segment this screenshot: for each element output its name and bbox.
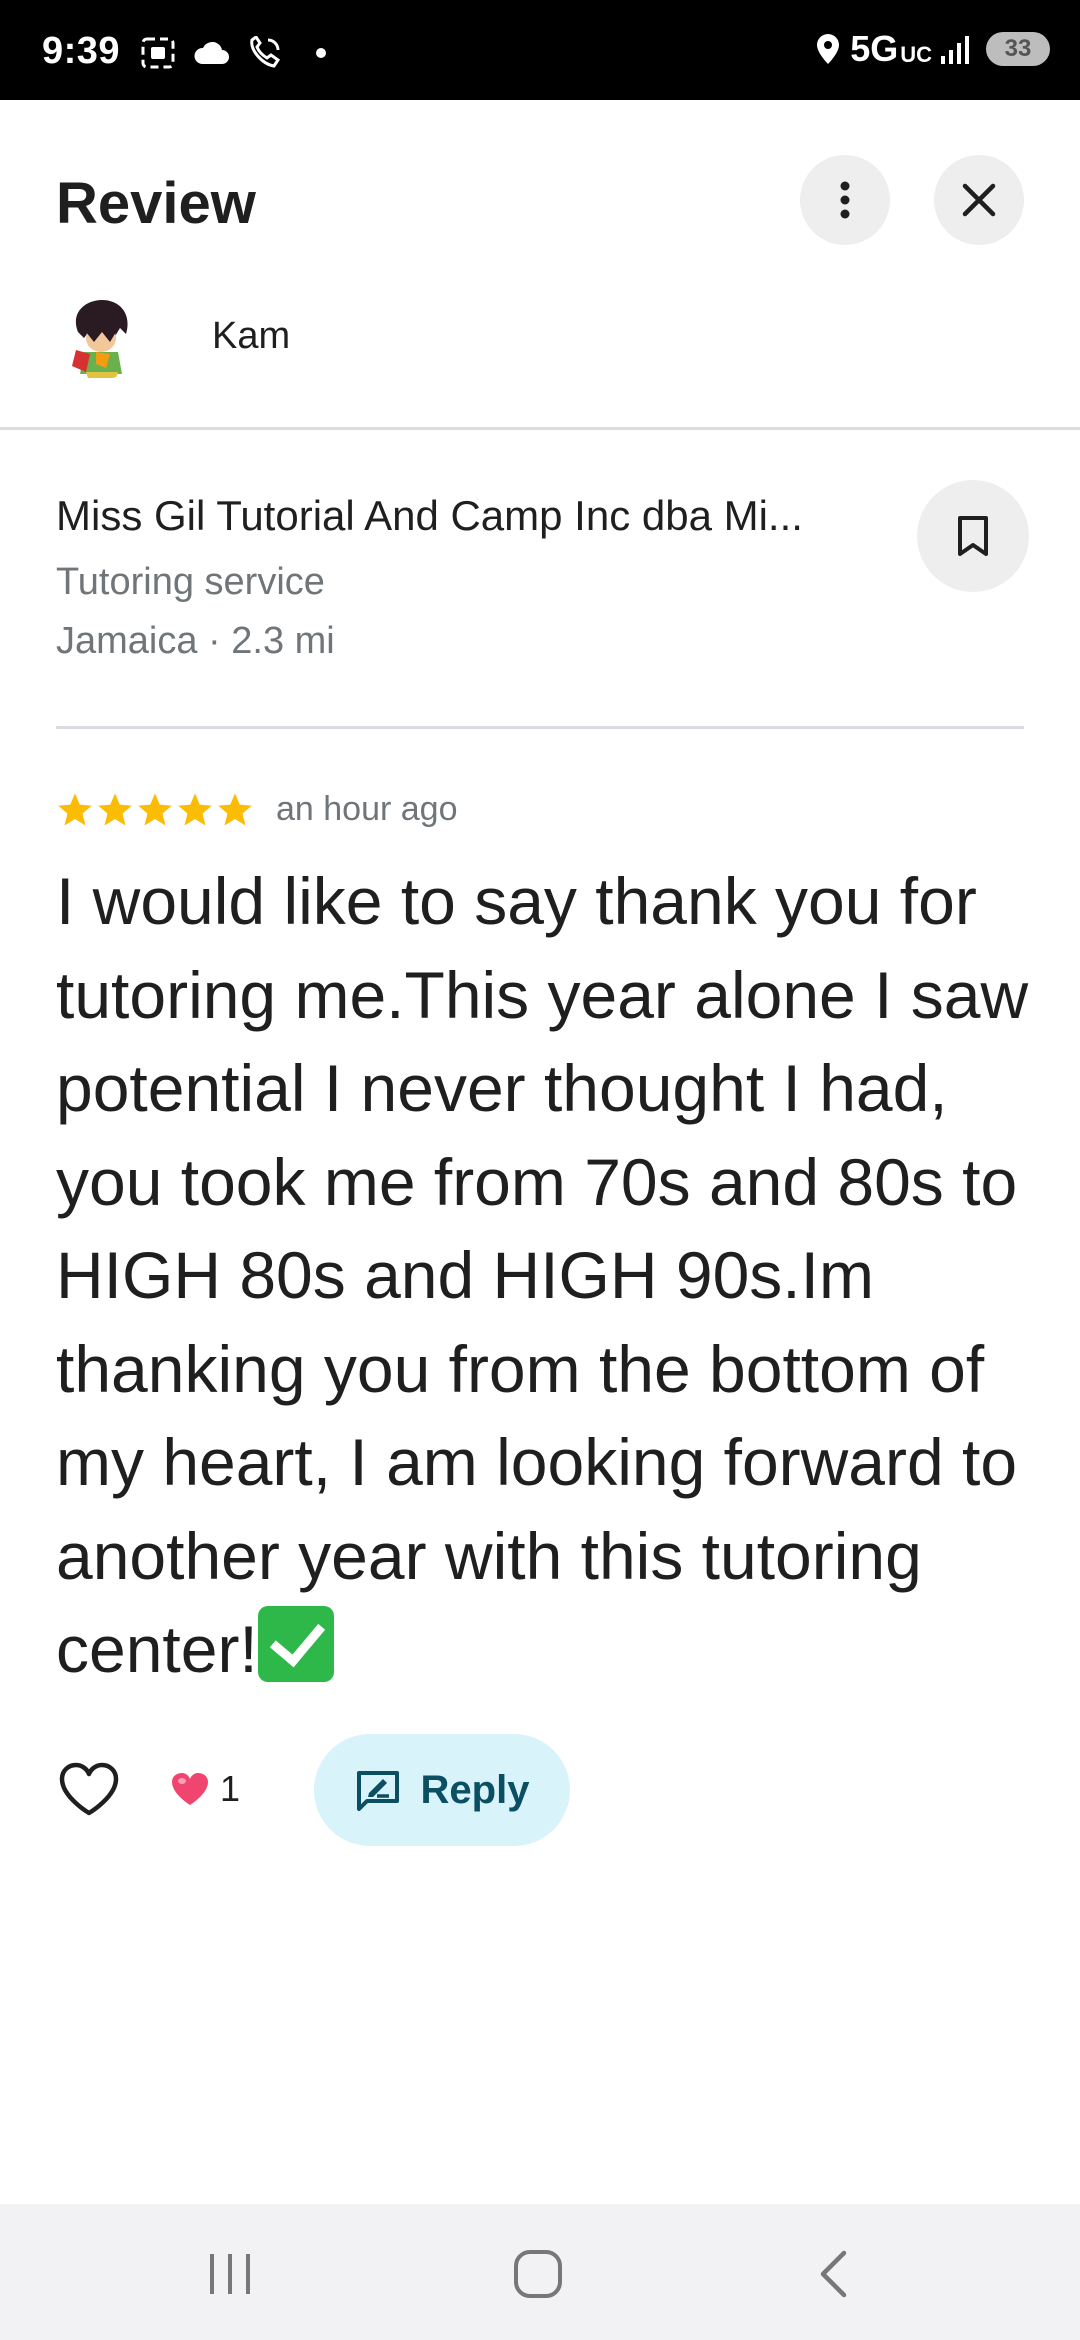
network-type: 5G: [850, 28, 899, 69]
avatar-image: [56, 292, 144, 380]
more-vert-icon: [840, 181, 850, 219]
signal-icon: [941, 36, 969, 64]
like-button[interactable]: [56, 1756, 122, 1822]
check-mark-icon: [257, 1606, 334, 1682]
star-icon: [58, 792, 92, 826]
reaction-summary[interactable]: 1: [170, 1768, 240, 1810]
close-icon: [962, 183, 996, 217]
bookmark-icon: [958, 516, 988, 556]
reply-icon: [356, 1771, 399, 1811]
avatar[interactable]: [56, 292, 144, 380]
status-right: 5G UC 33: [814, 28, 1050, 70]
cloud-icon: [194, 41, 229, 64]
more-options-button[interactable]: [800, 155, 890, 245]
home-icon[interactable]: [514, 2250, 562, 2298]
location-icon: [817, 34, 840, 64]
place-category: Tutoring service: [56, 561, 325, 603]
reply-label: Reply: [420, 1767, 530, 1812]
place-name[interactable]: Miss Gil Tutorial And Camp Inc dba Mi...: [56, 492, 856, 540]
star-icon: [138, 792, 172, 826]
save-place-button[interactable]: [917, 480, 1029, 592]
review-time: an hour ago: [276, 790, 458, 828]
status-notification-icons: [140, 36, 326, 70]
review-text: I would like to say thank you for tutori…: [56, 855, 1046, 1697]
back-icon[interactable]: [818, 2250, 848, 2298]
star-rating: [56, 791, 254, 829]
reaction-count: 1: [220, 1768, 241, 1809]
system-nav-bar: [0, 2204, 1080, 2340]
recent-apps-icon[interactable]: [210, 2254, 250, 2294]
page-title: Review: [56, 171, 256, 236]
star-icon: [218, 792, 252, 826]
heart-outline-icon: [59, 1762, 119, 1816]
status-time: 9:39: [42, 30, 121, 72]
close-button[interactable]: [934, 155, 1024, 245]
star-icon: [98, 792, 132, 826]
status-bar: 9:39 5G UC 33: [0, 0, 1080, 100]
notification-dot: [316, 48, 326, 58]
pink-heart-icon: [172, 1773, 208, 1805]
star-icon: [178, 792, 212, 826]
place-location: Jamaica · 2.3 mi: [56, 620, 335, 662]
screenshot-icon: [141, 37, 175, 69]
battery-indicator: 33: [986, 32, 1050, 66]
rating-row: an hour ago: [56, 790, 458, 829]
review-author[interactable]: Kam: [56, 292, 290, 380]
wifi-call-icon: [250, 36, 281, 68]
reply-button[interactable]: Reply: [314, 1734, 570, 1846]
divider: [56, 726, 1024, 729]
network-sub: UC: [900, 42, 932, 67]
review-body: I would like to say thank you for tutori…: [56, 864, 1029, 1686]
divider: [0, 427, 1080, 430]
author-name[interactable]: Kam: [212, 315, 290, 358]
